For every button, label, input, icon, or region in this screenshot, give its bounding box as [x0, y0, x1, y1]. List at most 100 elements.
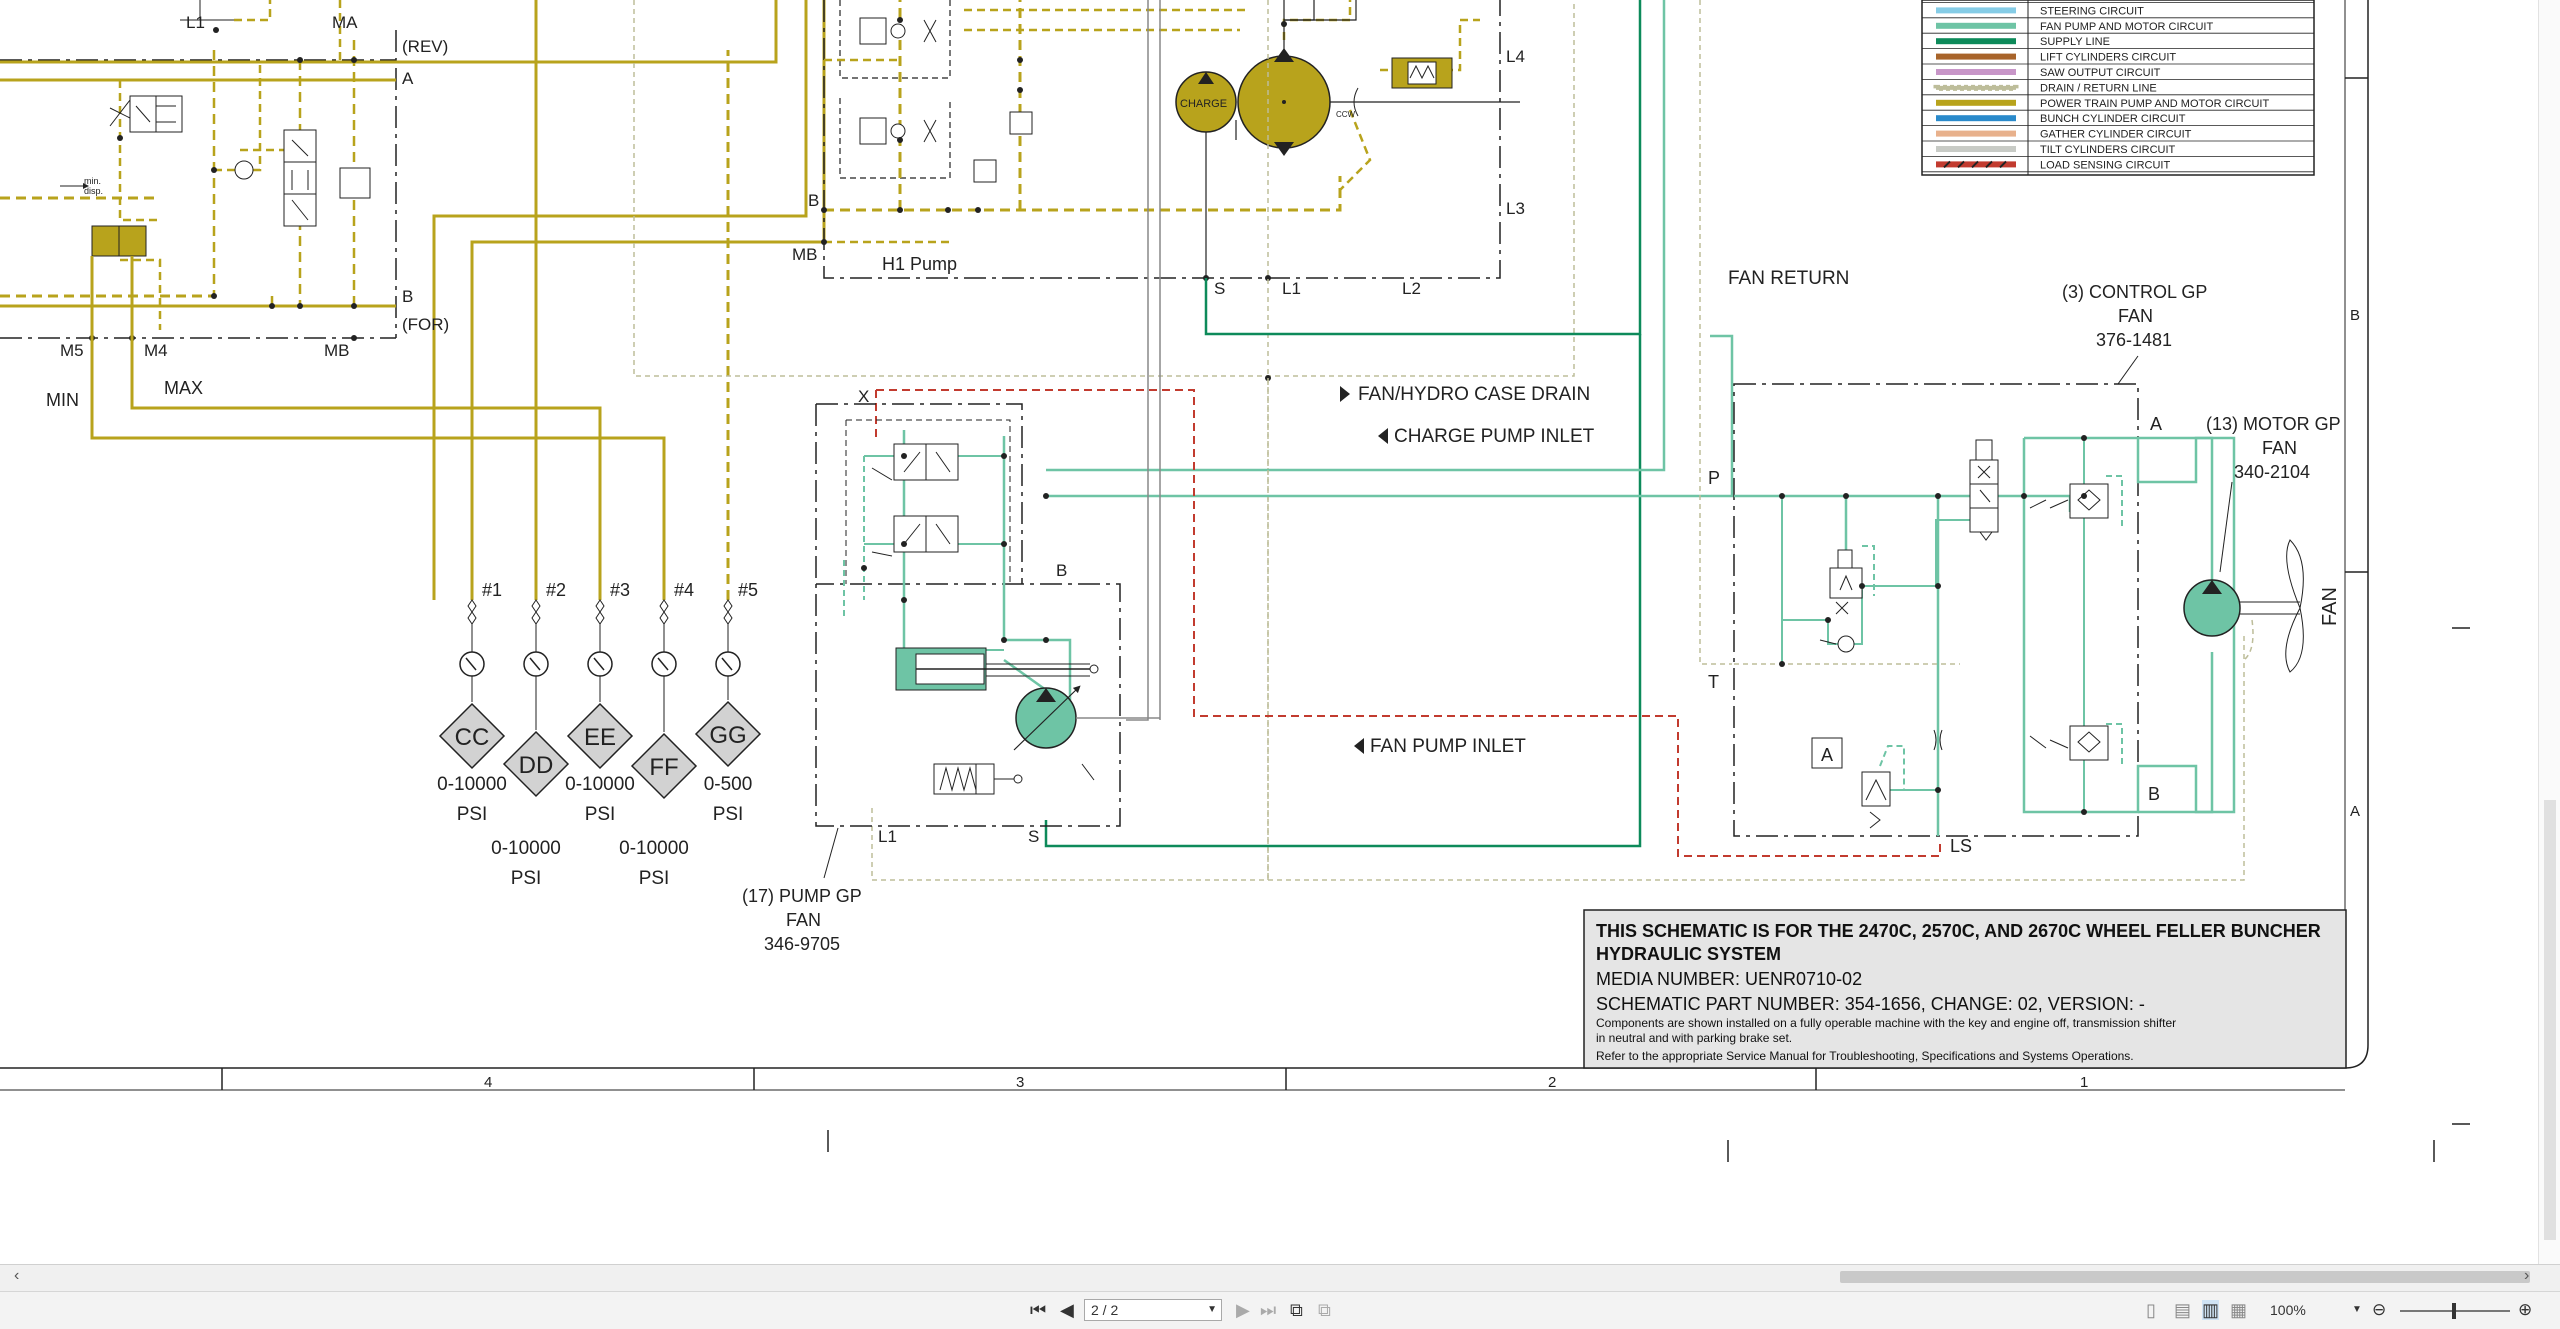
pump-port-l4: L4 [1506, 47, 1525, 66]
port-m5: M5 [60, 341, 84, 360]
last-page-icon: ⏭ [1260, 1300, 1277, 1320]
legend-swatch [1936, 69, 2016, 75]
zoom-slider[interactable] [2400, 1303, 2510, 1319]
scroll-left-icon[interactable]: ‹ [14, 1267, 19, 1285]
legend-swatch [1936, 38, 2016, 45]
zoom-out-icon[interactable]: ⊖ [2372, 1300, 2386, 1320]
zone-label-2: 2 [1548, 1074, 1556, 1091]
zone-label-a: A [2350, 803, 2360, 820]
gauge-number: #5 [738, 580, 758, 600]
charge-pump-label: CHARGE [1180, 98, 1227, 110]
zoom-slider-knob[interactable] [2452, 1303, 2456, 1319]
fan-pump-group [815, 403, 1160, 827]
info-title-1: THIS SCHEMATIC IS FOR THE 2470C, 2570C, … [1596, 921, 2321, 941]
control-port-p: P [1708, 468, 1720, 488]
label-min-disp: min. [84, 176, 101, 186]
fan-label: FAN [2319, 587, 2341, 626]
fan-pump-title: (17) PUMP GP [742, 886, 862, 906]
port-m4: M4 [144, 341, 168, 360]
gauge-code: FF [649, 754, 678, 781]
legend-label: BUNCH CYLINDER CIRCUIT [2040, 113, 2186, 125]
zone-label-1: 1 [2080, 1074, 2088, 1091]
horizontal-scrollbar[interactable]: ‹ › [0, 1264, 2560, 1291]
legend-swatch [1936, 22, 2016, 29]
fan-pump-sub: FAN [786, 910, 821, 930]
legend-swatch [1936, 53, 2016, 60]
legend-swatch [1936, 99, 2016, 106]
pump-port-mb: MB [792, 245, 818, 264]
legend-label: STEERING CIRCUIT [2040, 5, 2144, 17]
gauge-code: GG [709, 722, 746, 749]
h1-pump-label: H1 Pump [882, 254, 957, 274]
zone-label-3: 3 [1016, 1074, 1024, 1091]
document-viewport: 4 3 2 1 B A SAW PUMP OUTPUT STEERING CIRC… [0, 0, 2560, 1264]
gauge-unit: PSI [585, 804, 616, 825]
legend-label: SAW OUTPUT CIRCUIT [2040, 67, 2161, 79]
control-port-t: T [1708, 672, 1719, 692]
continuous-page-icon[interactable]: ▤ [2174, 1300, 2191, 1320]
legend-label: LOAD SENSING CIRCUIT [2040, 159, 2170, 171]
fan-return-label: FAN RETURN [1728, 268, 1849, 289]
scroll-right-icon[interactable]: › [2524, 1267, 2529, 1285]
vertical-scrollbar[interactable] [2538, 0, 2560, 1264]
page-number-select[interactable]: 2 / 2 ▼ [1084, 1299, 1222, 1321]
continuous-facing-icon[interactable]: ▦ [2230, 1300, 2247, 1320]
label-min-disp-2: disp. [84, 186, 103, 196]
vertical-scroll-thumb[interactable] [2544, 800, 2556, 1240]
gauge-unit: PSI [511, 868, 542, 889]
info-part: SCHEMATIC PART NUMBER: 354-1656, CHANGE:… [1596, 994, 2145, 1014]
gauge-range: 0-10000 [619, 838, 689, 859]
horizontal-scroll-thumb[interactable] [1840, 1271, 2530, 1283]
previous-view-icon[interactable]: ⧉ [1290, 1300, 1303, 1320]
port-a: A [402, 69, 414, 88]
case-drain-label: FAN/HYDRO CASE DRAIN [1358, 384, 1590, 405]
port-ma: MA [332, 13, 358, 32]
info-title-2: HYDRAULIC SYSTEM [1596, 944, 1781, 964]
gauge-number: #2 [546, 580, 566, 600]
pressure-gauge: #3 EE 0-10000 PSI [565, 580, 635, 825]
first-page-icon[interactable]: ⏮ [1030, 1300, 1046, 1320]
gauge-number: #4 [674, 580, 694, 600]
hydraulic-schematic: 4 3 2 1 B A SAW PUMP OUTPUT STEERING CIRC… [0, 0, 2470, 1162]
port-rev: (REV) [402, 37, 448, 56]
control-sub: FAN [2118, 306, 2153, 326]
zoom-level[interactable]: 100% [2270, 1300, 2306, 1320]
pump-port-b: B [808, 191, 819, 210]
gauge-unit: PSI [639, 868, 670, 889]
zoom-dropdown-icon[interactable]: ▼ [2352, 1300, 2362, 1320]
control-a-box: A [1821, 745, 1833, 765]
gauge-unit: PSI [457, 804, 488, 825]
control-port-ls: LS [1950, 836, 1972, 856]
motor-part: 340-2104 [2234, 462, 2310, 482]
gauge-unit: PSI [713, 804, 744, 825]
zoom-in-icon[interactable]: ⊕ [2518, 1300, 2532, 1320]
fan-motor-group [2138, 436, 2304, 814]
label-min: MIN [46, 390, 79, 410]
pressure-gauge: #5 GG 0-500 PSI [694, 580, 762, 825]
pressure-gauge: #1 CC 0-10000 PSI [437, 580, 507, 825]
gauge-code: EE [584, 724, 616, 751]
zone-label-b: B [2350, 307, 2360, 324]
legend-label: DRAIN / RETURN LINE [2040, 82, 2157, 94]
legend-label: POWER TRAIN PUMP AND MOTOR CIRCUIT [2040, 98, 2269, 110]
next-page-icon: ▶ [1236, 1300, 1250, 1320]
gauge-range: 0-10000 [437, 774, 507, 795]
pump-port-l2: L2 [1402, 279, 1421, 298]
flow-labels: FAN RETURN FAN/HYDRO CASE DRAIN CHARGE P… [1340, 268, 1849, 757]
viewer-toolbar: ⏮ ◀ 2 / 2 ▼ ▶ ⏭ ⧉ ⧉ ▯ ▤ ▥ ▦ 100% ▼ ⊖ ⊕ [0, 1291, 2560, 1329]
gauge-code: CC [455, 724, 490, 751]
test-gauges: #1CC0-10000PSI#2DD0-10000PSI#3EE0-10000P… [437, 580, 762, 889]
port-l1: L1 [186, 13, 205, 32]
fan-pump-port-s: S [1028, 827, 1039, 846]
single-page-icon[interactable]: ▯ [2146, 1300, 2156, 1320]
prev-page-icon[interactable]: ◀ [1060, 1300, 1074, 1320]
legend-label: SUPPLY LINE [2040, 36, 2110, 48]
gauge-number: #1 [482, 580, 502, 600]
label-max: MAX [164, 378, 203, 398]
gauge-code: DD [519, 752, 554, 779]
info-note-3: Refer to the appropriate Service Manual … [1596, 1049, 2134, 1063]
facing-pages-icon[interactable]: ▥ [2202, 1300, 2220, 1320]
pump-port-s: S [1214, 279, 1225, 298]
legend-label: TILT CYLINDERS CIRCUIT [2040, 144, 2176, 156]
control-port-b: B [2148, 784, 2160, 804]
